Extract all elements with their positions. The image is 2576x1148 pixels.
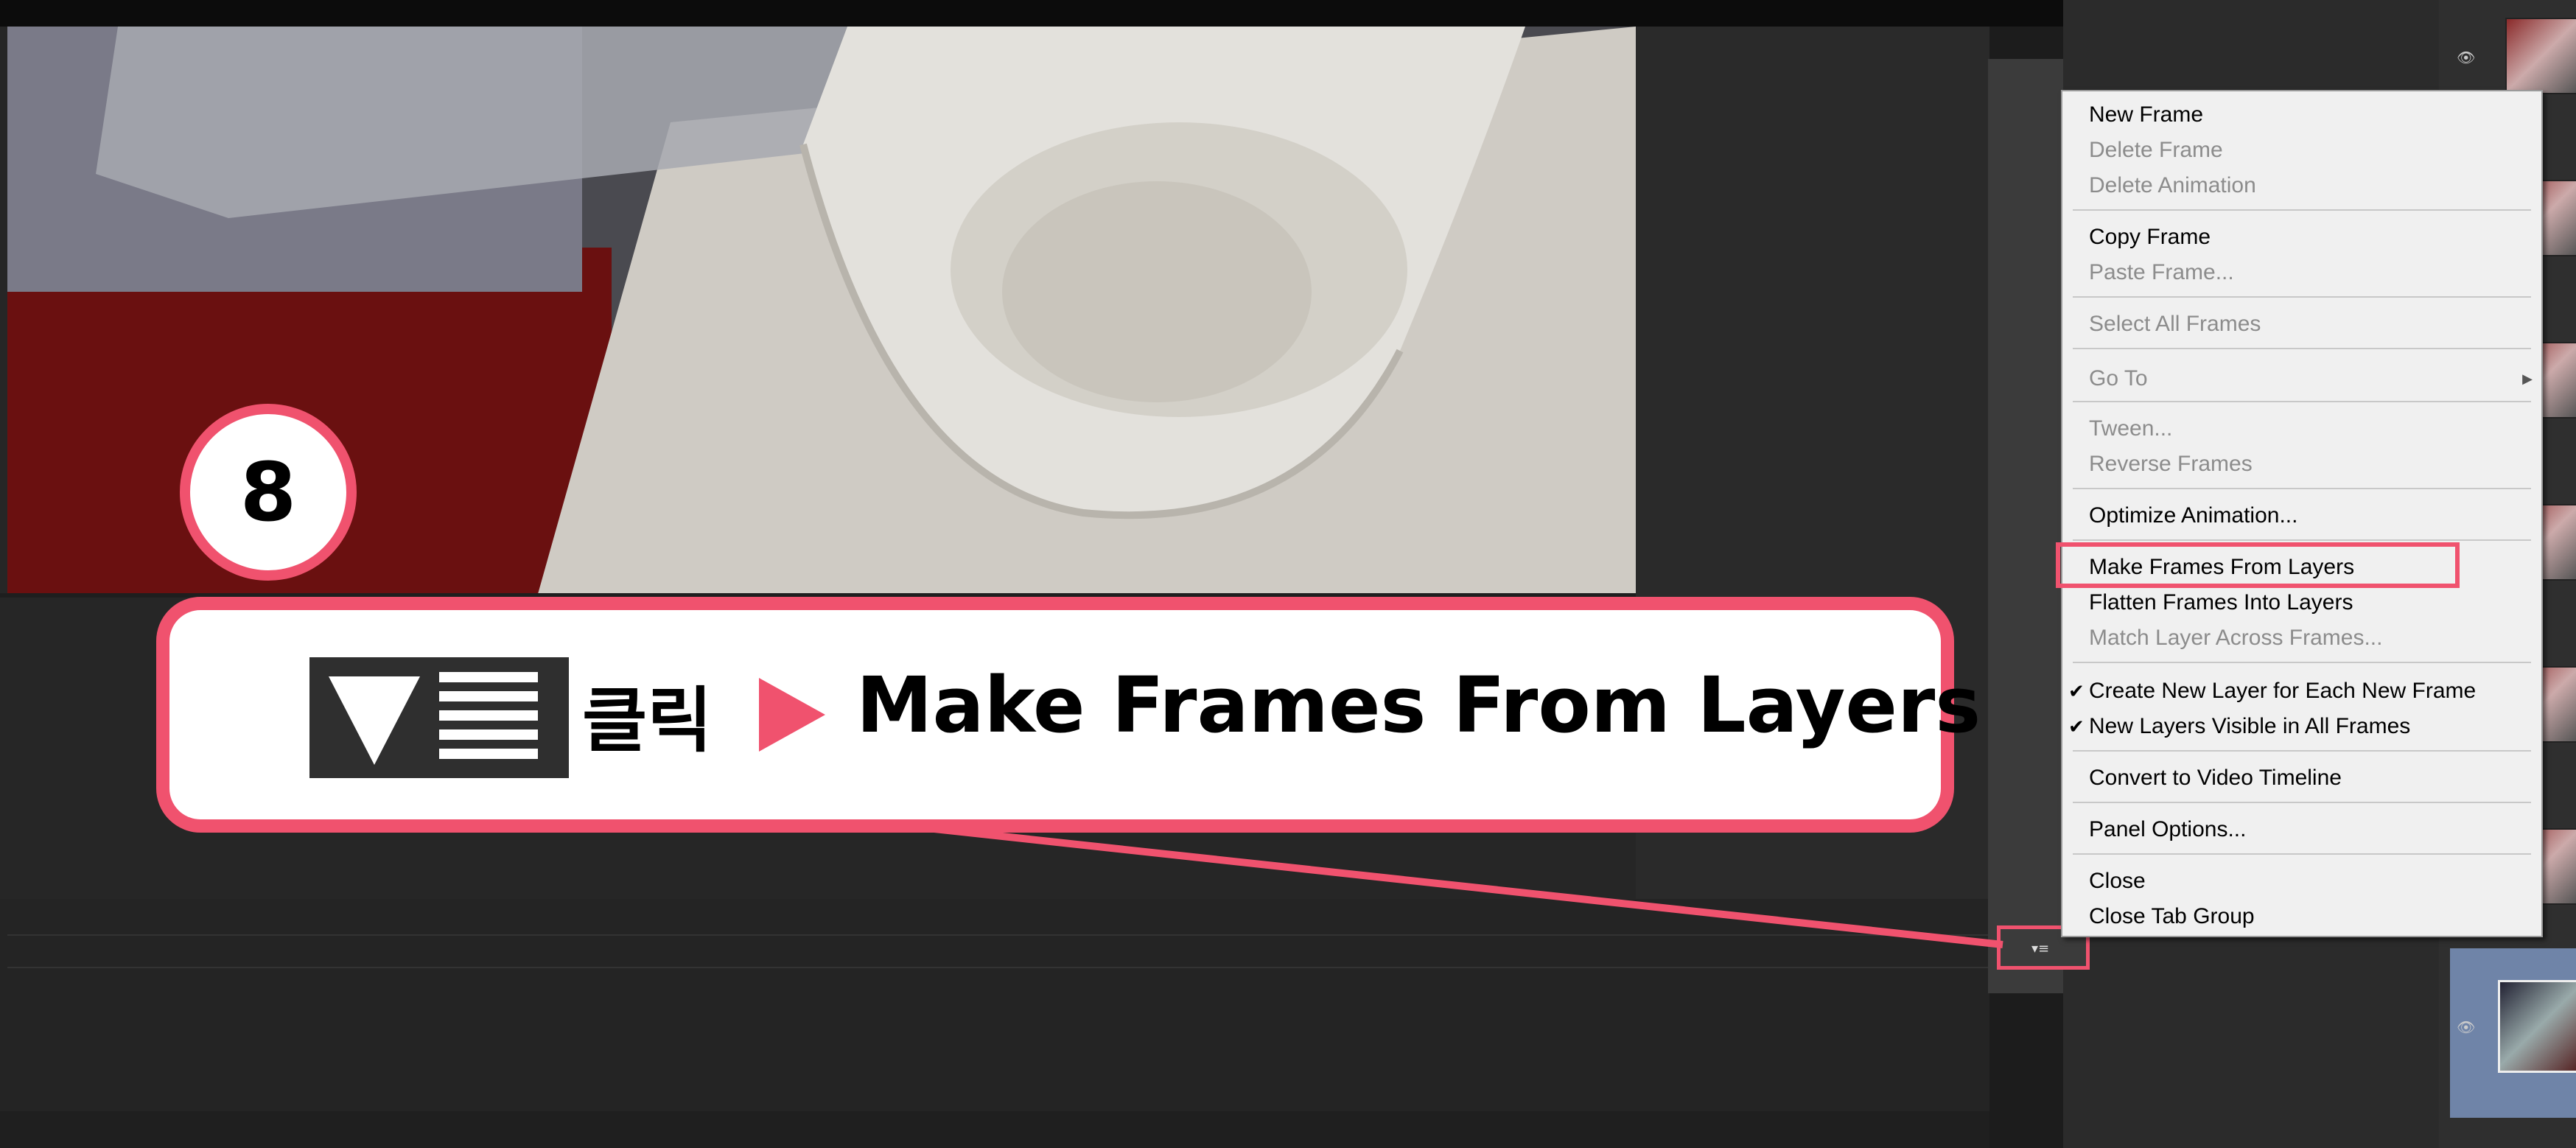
menu-item-delete-animation[interactable]: Delete Animation <box>2089 172 2256 199</box>
menu-separator <box>2073 750 2531 752</box>
menu-item-tween[interactable]: Tween... <box>2089 416 2172 442</box>
menu-separator <box>2073 662 2531 663</box>
menu-separator <box>2073 348 2531 349</box>
callout-action-text: Make Frames From Layers <box>856 660 1981 750</box>
menu-item-close-tab-group[interactable]: Close Tab Group <box>2089 903 2255 930</box>
timeline-divider <box>7 934 2063 936</box>
check-icon: ✔ <box>2068 681 2085 703</box>
menu-separator <box>2073 802 2531 803</box>
play-arrow-icon <box>759 678 825 752</box>
menu-item-new-frame[interactable]: New Frame <box>2089 102 2203 128</box>
triangle-down-icon <box>329 676 420 765</box>
step-badge: 8 <box>180 404 357 581</box>
menu-item-delete-frame[interactable]: Delete Frame <box>2089 137 2223 164</box>
check-icon: ✔ <box>2068 716 2085 738</box>
layer-thumbnail[interactable] <box>2498 980 2576 1073</box>
layer-thumbnail[interactable] <box>2505 18 2576 94</box>
highlight-box <box>2056 542 2460 588</box>
menu-item-copy-frame[interactable]: Copy Frame <box>2089 224 2211 251</box>
menu-item-new-layers-visible-all-frames[interactable]: New Layers Visible in All Frames <box>2089 713 2410 740</box>
menu-separator <box>2073 853 2531 855</box>
menu-item-match-layer-across-frames[interactable]: Match Layer Across Frames... <box>2089 625 2382 651</box>
submenu-arrow-icon: ▶ <box>2522 371 2533 387</box>
eye-icon[interactable]: 👁 <box>2457 49 2479 66</box>
menu-item-select-all-frames[interactable]: Select All Frames <box>2089 311 2261 337</box>
menu-item-panel-options[interactable]: Panel Options... <box>2089 816 2246 843</box>
panel-menu-icon: ▾≡ <box>2031 941 2050 956</box>
menu-item-close[interactable]: Close <box>2089 868 2146 895</box>
timeline-footer <box>0 1111 2034 1148</box>
eye-icon[interactable]: 👁 <box>2457 1018 2479 1036</box>
step-number: 8 <box>239 445 297 539</box>
context-menu: New Frame Delete Frame Delete Animation … <box>2061 90 2543 937</box>
menu-separator <box>2073 209 2531 211</box>
menu-item-go-to[interactable]: Go To <box>2089 365 2148 392</box>
menu-lines-icon <box>439 672 538 759</box>
menu-item-paste-frame[interactable]: Paste Frame... <box>2089 259 2234 286</box>
menu-item-flatten-frames-into-layers[interactable]: Flatten Frames Into Layers <box>2089 589 2353 616</box>
timeline-divider <box>7 967 2063 968</box>
menu-separator <box>2073 296 2531 298</box>
menu-item-reverse-frames[interactable]: Reverse Frames <box>2089 451 2253 477</box>
menu-item-create-new-layer-each-frame[interactable]: Create New Layer for Each New Frame <box>2089 678 2476 704</box>
menu-separator <box>2073 401 2531 402</box>
menu-item-convert-to-video-timeline[interactable]: Convert to Video Timeline <box>2089 765 2342 791</box>
callout-click-label: 클릭 <box>582 679 713 762</box>
menu-item-optimize-animation[interactable]: Optimize Animation... <box>2089 503 2297 529</box>
menu-separator <box>2073 488 2531 489</box>
menu-separator <box>2073 539 2531 541</box>
